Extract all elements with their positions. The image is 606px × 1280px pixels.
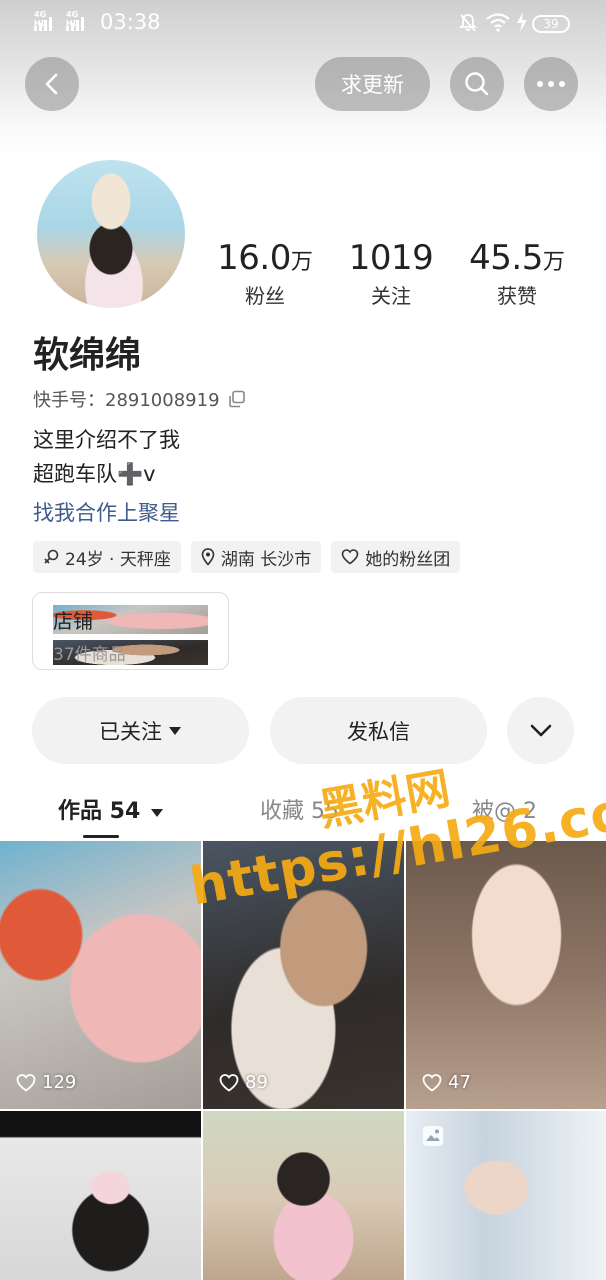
bio-line-1: 这里介绍不了我 (33, 428, 180, 452)
shop-title: 店铺 (53, 605, 208, 634)
gender-icon (44, 549, 59, 564)
signal-icon-2: 4G HD (66, 10, 84, 31)
avatar[interactable] (37, 160, 185, 308)
bio-line-2: 超跑车队➕v (33, 462, 156, 486)
profile-nickname: 软绵绵 (33, 335, 142, 376)
send-message-label: 发私信 (347, 719, 410, 744)
battery-level: 39 (543, 17, 559, 31)
request-update-button[interactable]: 求更新 (315, 57, 430, 111)
fan-club-icon (341, 549, 359, 565)
tag-age: 24岁 · 天秤座 (33, 541, 181, 573)
following-label: 关注 (371, 284, 411, 308)
more-icon (537, 81, 565, 87)
tab-works-label: 作品 54 (58, 799, 141, 824)
shop-card[interactable]: 店铺 37件商品 (32, 592, 229, 670)
back-icon (45, 73, 58, 95)
charging-icon (517, 12, 527, 32)
tab-works[interactable]: 作品 54 (58, 793, 164, 825)
send-message-button[interactable]: 发私信 (270, 697, 487, 764)
tag-fan-club[interactable]: 她的粉丝团 (331, 541, 461, 573)
chevron-down-icon (530, 724, 551, 736)
profile-tags: 24岁 · 天秤座 湖南 长沙市 她的粉丝团 (33, 541, 461, 573)
tab-favorites[interactable]: 收藏 55 (260, 793, 339, 825)
stat-following[interactable]: 1019 关注 (326, 238, 456, 309)
video-thumbnail[interactable]: 47 (406, 841, 606, 1109)
caret-down-icon (169, 726, 181, 735)
tag-fan-club-text: 她的粉丝团 (365, 549, 451, 570)
network-type-2: 4G HD (66, 10, 80, 28)
shop-item-count: 37件商品 (53, 640, 208, 665)
signal-icon: 4G HD (34, 10, 52, 31)
video-thumbnail[interactable]: 89 (203, 841, 404, 1109)
more-button[interactable] (524, 57, 578, 111)
user-id-value: 2891008919 (105, 390, 220, 411)
heart-icon (422, 1073, 442, 1092)
image-post-icon (423, 1126, 443, 1146)
expand-recommendations-button[interactable] (507, 697, 574, 764)
status-bar: 4G HD 4G HD 03:38 39 (0, 0, 606, 46)
user-id-row: 快手号：2891008919 (33, 386, 246, 412)
mute-bell-icon (458, 14, 478, 32)
battery-icon: 39 (532, 15, 570, 33)
location-icon (201, 548, 215, 566)
followers-label: 粉丝 (245, 284, 285, 308)
video-thumbnail[interactable]: 129 (0, 841, 201, 1109)
tag-location: 湖南 长沙市 (190, 541, 322, 573)
search-icon (465, 72, 489, 96)
search-button[interactable] (450, 57, 504, 111)
video-likes: 47 (422, 1072, 471, 1093)
followers-count: 16.0 (217, 238, 291, 278)
stat-followers[interactable]: 16.0万 粉丝 (200, 238, 330, 309)
likes-count: 45.5 (469, 238, 543, 278)
copy-icon[interactable] (228, 390, 246, 408)
video-likes-count: 89 (245, 1072, 268, 1093)
back-button[interactable] (25, 57, 79, 111)
following-count: 1019 (348, 238, 434, 278)
likes-unit: 万 (542, 250, 565, 275)
video-likes-count: 47 (448, 1072, 471, 1093)
followers-unit: 万 (290, 250, 313, 275)
video-likes-count: 129 (42, 1072, 77, 1093)
caret-down-icon (150, 809, 163, 817)
tag-age-text: 24岁 · 天秤座 (65, 549, 171, 570)
video-thumbnail[interactable] (203, 1111, 404, 1280)
video-likes: 129 (16, 1072, 76, 1093)
tab-active-indicator (83, 835, 119, 838)
user-id-label: 快手号： (33, 390, 105, 411)
network-type-1: 4G HD (34, 10, 48, 28)
bio-collab-link[interactable]: 找我合作上聚星 (33, 497, 180, 527)
video-likes: 89 (219, 1072, 268, 1093)
tab-mentions[interactable]: 被@ 2 (472, 793, 537, 825)
heart-icon (16, 1073, 36, 1092)
stat-likes[interactable]: 45.5万 获赞 (452, 238, 582, 309)
followed-label: 已关注 (99, 719, 162, 744)
wifi-icon (486, 13, 510, 32)
likes-label: 获赞 (497, 284, 537, 308)
video-thumbnail[interactable] (406, 1111, 606, 1280)
followed-button[interactable]: 已关注 (32, 697, 249, 764)
tag-location-text: 湖南 长沙市 (220, 549, 312, 570)
video-thumbnail[interactable] (0, 1111, 201, 1280)
content-tabs: 作品 54 收藏 55 被@ 2 (0, 790, 606, 840)
heart-icon (219, 1073, 239, 1092)
clock: 03:38 (100, 10, 161, 34)
